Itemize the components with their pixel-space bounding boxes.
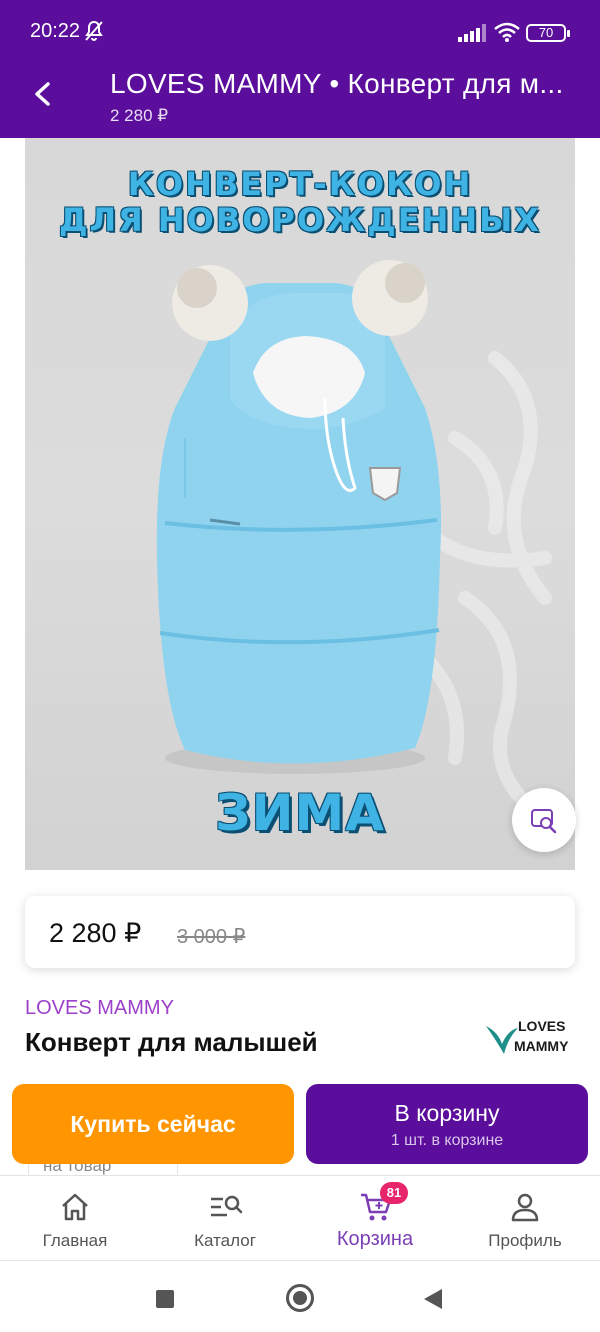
cart-badge: 81 <box>380 1182 408 1204</box>
home-button-icon[interactable] <box>286 1284 314 1312</box>
image-search-icon <box>531 809 557 834</box>
current-price: 2 280 ₽ <box>49 918 142 948</box>
page-title: LOVES MAMMY • Конверт для м... <box>110 68 564 99</box>
add-to-cart-button[interactable]: В корзину 1 шт. в корзине <box>306 1084 588 1164</box>
nav-profile[interactable]: Профиль <box>450 1176 600 1262</box>
system-navigation-bar <box>0 1262 600 1332</box>
status-bar: 20:22 70 <box>0 0 600 52</box>
nav-cart-label: Корзина <box>336 1228 414 1250</box>
nav-home-label: Главная <box>42 1231 108 1250</box>
bottom-navigation: Главная Каталог 81 Корзина Профиль <box>0 1175 600 1261</box>
logo-text-line1: LOVES <box>518 1018 566 1034</box>
brand-link[interactable]: LOVES MAMMY <box>25 997 174 1020</box>
nav-home[interactable]: Главная <box>0 1176 150 1262</box>
status-time: 20:22 <box>30 20 81 42</box>
catalog-search-icon <box>211 1195 243 1217</box>
app-bar: LOVES MAMMY • Конверт для м... 2 280 ₽ <box>0 52 600 138</box>
hero-title-line1: КОНВЕРТ-КОКОН <box>127 165 473 203</box>
system-back-icon[interactable] <box>424 1289 442 1309</box>
nav-cart[interactable]: 81 Корзина <box>300 1176 450 1262</box>
logo-text-line2: MAMMY <box>514 1038 569 1054</box>
image-search-button[interactable] <box>512 788 576 852</box>
hero-season-text: ЗИМА <box>215 784 385 842</box>
product-image[interactable]: КОНВЕРТ-КОКОН ДЛЯ НОВОРОЖДЕННЫХ ЗИМА <box>25 138 575 870</box>
back-arrow-icon[interactable] <box>24 74 64 114</box>
product-illustration <box>156 260 552 825</box>
brand-logo[interactable]: LOVES MAMMY <box>484 1016 578 1060</box>
profile-icon <box>511 1193 539 1222</box>
old-price: 3 000 ₽ <box>177 926 246 948</box>
product-name: Конверт для малышей <box>25 1027 318 1057</box>
recent-apps-icon[interactable] <box>156 1290 174 1308</box>
cart-quantity-label: 1 шт. в корзине <box>390 1132 504 1149</box>
buy-now-button[interactable]: Купить сейчас <box>12 1084 294 1164</box>
hero-title-line2: ДЛЯ НОВОРОЖДЕННЫХ <box>58 201 541 239</box>
add-to-cart-label: В корзину <box>394 1100 500 1126</box>
app-bar-price: 2 280 ₽ <box>110 106 169 125</box>
nav-catalog-label: Каталог <box>194 1231 256 1250</box>
wifi-icon <box>494 22 520 42</box>
battery-indicator: 70 <box>526 24 570 42</box>
home-icon <box>62 1193 88 1221</box>
nav-catalog[interactable]: Каталог <box>150 1176 300 1262</box>
nav-profile-label: Профиль <box>488 1231 562 1250</box>
bell-muted-icon <box>85 20 103 41</box>
price-card: 2 280 ₽ 3 000 ₽ <box>25 896 575 968</box>
signal-icon <box>458 24 486 42</box>
